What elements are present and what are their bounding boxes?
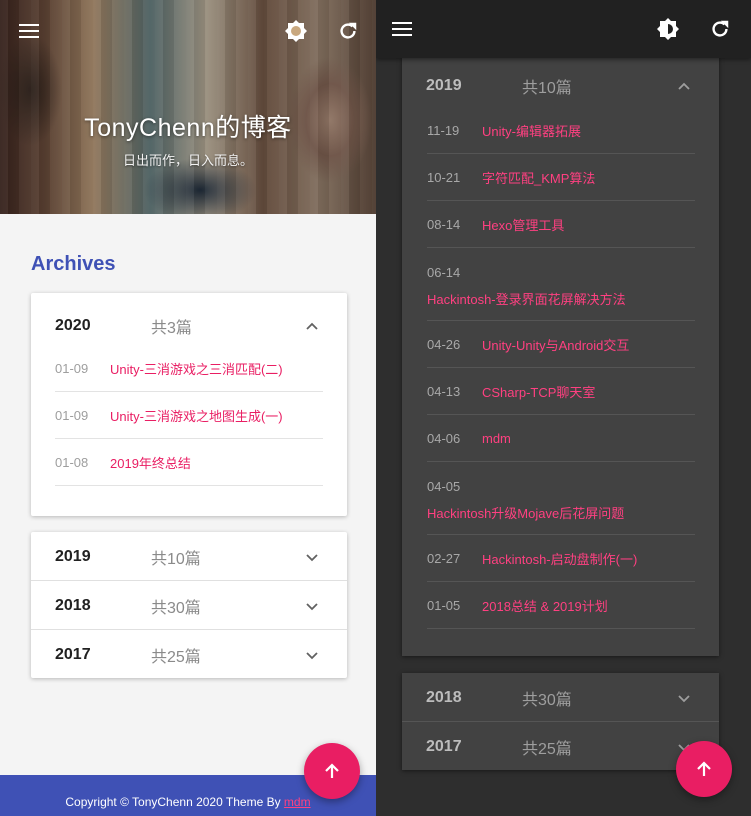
post-count: 共25篇	[151, 648, 201, 666]
post-item: 10-21 字符匹配_KMP算法	[427, 154, 695, 201]
year-label: 2019	[426, 76, 462, 94]
chevron-down-icon	[678, 694, 690, 702]
year-label: 2017	[426, 737, 462, 755]
menu-icon[interactable]	[17, 19, 41, 43]
year-list-collapsed: 2019 共10篇 2018 共30篇 2017 共25篇	[31, 532, 347, 678]
light-theme-screen: TonyChenn的博客 日出而作，日入而息。 Archives 2020 共3…	[0, 0, 376, 816]
post-link[interactable]: Hackintosh-登录界面花屏解决方法	[427, 289, 626, 308]
post-link[interactable]: mdm	[482, 431, 511, 446]
post-date: 10-21	[427, 169, 461, 185]
year-header[interactable]: 2018 共30篇	[402, 673, 719, 722]
year-header[interactable]: 2019 共10篇	[31, 532, 347, 581]
theme-link[interactable]: mdm	[284, 795, 311, 809]
year-header[interactable]: 2017 共25篇	[402, 722, 719, 771]
post-date: 04-13	[427, 383, 461, 399]
year-list-collapsed: 2018 共30篇 2017 共25篇	[402, 673, 719, 770]
year-header[interactable]: 2019 共10篇	[402, 61, 719, 110]
top-app-bar	[376, 0, 751, 58]
dark-theme-screen: 2019 共10篇 11-19 Unity-编辑器拓展 10-21 字符匹配_K…	[376, 0, 751, 816]
post-date: 02-27	[427, 550, 461, 566]
post-item: 01-08 2019年终总结	[55, 439, 323, 486]
chevron-down-icon	[306, 553, 318, 561]
post-count: 共25篇	[522, 740, 572, 758]
blog-subtitle: 日出而作，日入而息。	[122, 153, 253, 168]
post-date: 01-09	[55, 407, 89, 423]
post-link[interactable]: Unity-三消游戏之地图生成(一)	[110, 406, 283, 425]
post-date: 06-14	[427, 265, 461, 280]
back-to-top-button[interactable]	[304, 743, 360, 799]
post-link[interactable]: Hexo管理工具	[482, 215, 564, 234]
arrow-up-icon	[325, 763, 339, 778]
brightness-icon[interactable]	[656, 17, 680, 41]
post-date: 01-08	[55, 454, 89, 470]
refresh-icon[interactable]	[708, 17, 732, 41]
post-item: 02-27 Hackintosh-启动盘制作(一)	[427, 535, 695, 582]
refresh-icon[interactable]	[336, 19, 360, 43]
chevron-down-icon	[306, 651, 318, 659]
post-date: 04-06	[427, 430, 461, 446]
post-link[interactable]: Unity-三消游戏之三消匹配(二)	[110, 359, 283, 378]
year-header[interactable]: 2018 共30篇	[31, 581, 347, 630]
post-item: 11-19 Unity-编辑器拓展	[427, 107, 695, 154]
year-label: 2017	[55, 645, 91, 663]
post-count: 共30篇	[522, 691, 572, 709]
brightness-icon[interactable]	[284, 19, 308, 43]
post-date: 11-19	[427, 122, 460, 138]
year-label: 2018	[55, 596, 91, 614]
back-to-top-button[interactable]	[676, 741, 732, 797]
chevron-down-icon	[306, 602, 318, 610]
post-count: 共10篇	[522, 79, 572, 97]
post-date: 01-05	[427, 597, 461, 613]
year-label: 2019	[55, 547, 91, 565]
post-item: 04-05 Hackintosh升级Mojave后花屏问题	[427, 462, 695, 535]
post-date: 04-05	[427, 479, 461, 494]
footer-copyright: Copyright © TonyChenn 2020 Theme By	[65, 795, 284, 809]
year-label: 2020	[55, 316, 91, 334]
post-item: 08-14 Hexo管理工具	[427, 201, 695, 248]
post-link[interactable]: 2019年终总结	[110, 453, 191, 472]
menu-icon[interactable]	[390, 17, 414, 41]
post-date: 04-26	[427, 336, 461, 352]
archives-heading: Archives	[31, 253, 116, 275]
header-hero: TonyChenn的博客 日出而作，日入而息。	[0, 0, 376, 214]
chevron-up-icon	[678, 82, 690, 90]
year-label: 2018	[426, 688, 462, 706]
post-item: 04-06 mdm	[427, 415, 695, 462]
arrow-up-icon	[697, 761, 711, 776]
chevron-up-icon	[306, 322, 318, 330]
post-item: 04-13 CSharp-TCP聊天室	[427, 368, 695, 415]
post-item: 04-26 Unity-Unity与Android交互	[427, 321, 695, 368]
post-item: 06-14 Hackintosh-登录界面花屏解决方法	[427, 248, 695, 321]
post-link[interactable]: CSharp-TCP聊天室	[482, 382, 595, 401]
year-header[interactable]: 2020 共3篇	[31, 301, 347, 350]
blog-title: TonyChenn的博客	[84, 114, 292, 142]
post-date: 01-09	[55, 360, 89, 376]
year-header[interactable]: 2017 共25篇	[31, 630, 347, 679]
post-count: 共10篇	[151, 550, 201, 568]
post-item: 01-05 2018总结 & 2019计划	[427, 582, 695, 629]
post-link[interactable]: Hackintosh升级Mojave后花屏问题	[427, 503, 624, 522]
year-card-expanded: 2019 共10篇 11-19 Unity-编辑器拓展 10-21 字符匹配_K…	[402, 56, 719, 656]
post-link[interactable]: Unity-编辑器拓展	[482, 121, 581, 140]
post-link[interactable]: 字符匹配_KMP算法	[482, 168, 595, 187]
post-item: 01-09 Unity-三消游戏之地图生成(一)	[55, 392, 323, 439]
post-count: 共3篇	[151, 319, 192, 337]
post-date: 08-14	[427, 216, 461, 232]
year-card-expanded: 2020 共3篇 01-09 Unity-三消游戏之三消匹配(二) 01-09 …	[31, 293, 347, 516]
post-link[interactable]: Hackintosh-启动盘制作(一)	[482, 549, 637, 568]
post-link[interactable]: Unity-Unity与Android交互	[482, 335, 629, 354]
post-item: 01-09 Unity-三消游戏之三消匹配(二)	[55, 345, 323, 392]
post-link[interactable]: 2018总结 & 2019计划	[482, 596, 608, 615]
post-count: 共30篇	[151, 599, 201, 617]
